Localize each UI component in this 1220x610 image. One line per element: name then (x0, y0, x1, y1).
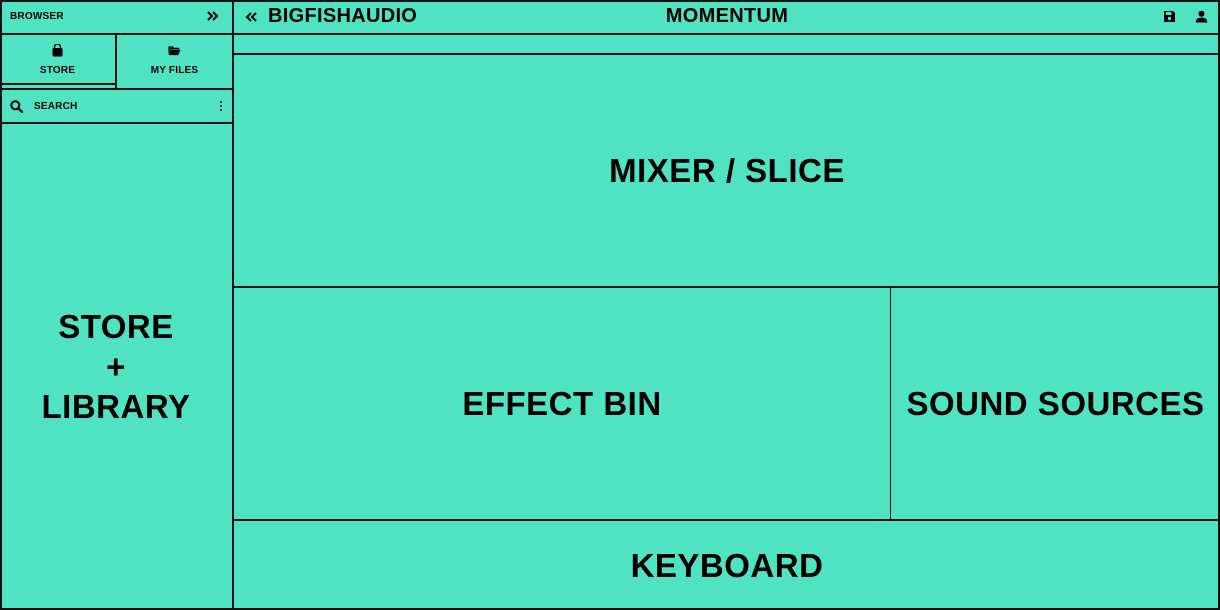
tab-my-files[interactable]: MY FILES (117, 35, 232, 88)
more-vertical-icon[interactable] (219, 99, 223, 113)
browser-tabs: STORE MY FILES (0, 35, 232, 90)
user-icon[interactable] (1195, 10, 1208, 23)
mixer-slice-panel[interactable]: MIXER / SLICE (234, 55, 1220, 288)
tab-store-label: STORE (39, 65, 76, 76)
search-icon (10, 99, 23, 113)
store-library-line-plus: + (106, 348, 126, 385)
store-library-line-library: LIBRARY (41, 388, 191, 425)
keyboard-panel[interactable]: KEYBOARD (234, 521, 1220, 610)
browser-sidebar: BROWSER STORE MY FILES SEARCH STORE + LI… (0, 0, 234, 610)
sound-sources-label: SOUND SOURCES (906, 384, 1205, 422)
store-library-panel: STORE + LIBRARY (0, 124, 232, 610)
store-library-line-store: STORE (58, 308, 174, 345)
keyboard-label: KEYBOARD (630, 546, 824, 584)
top-bar: BIGFISHAUDIO MOMENTUM (234, 0, 1220, 35)
folder-open-icon (168, 46, 181, 56)
double-chevron-left-icon[interactable] (244, 10, 258, 24)
browser-header: BROWSER (0, 0, 232, 35)
sound-sources-panel[interactable]: SOUND SOURCES (891, 288, 1220, 521)
product-title: MOMENTUM (665, 5, 789, 27)
shopping-bag-icon (52, 44, 63, 57)
brand-name[interactable]: BIGFISHAUDIO (268, 5, 417, 28)
effect-bin-panel[interactable]: EFFECT BIN (234, 288, 891, 521)
double-chevron-right-icon[interactable] (206, 9, 220, 23)
effect-bin-label: EFFECT BIN (462, 384, 662, 422)
transport-strip (234, 35, 1220, 55)
browser-title: BROWSER (10, 11, 64, 22)
search-input[interactable]: SEARCH (34, 101, 77, 112)
active-tab-indicator (0, 83, 115, 85)
tab-my-files-label: MY FILES (150, 65, 199, 76)
save-icon[interactable] (1163, 10, 1176, 23)
tab-store[interactable]: STORE (0, 35, 117, 88)
search-bar[interactable]: SEARCH (0, 90, 232, 124)
mixer-slice-label: MIXER / SLICE (609, 151, 845, 189)
